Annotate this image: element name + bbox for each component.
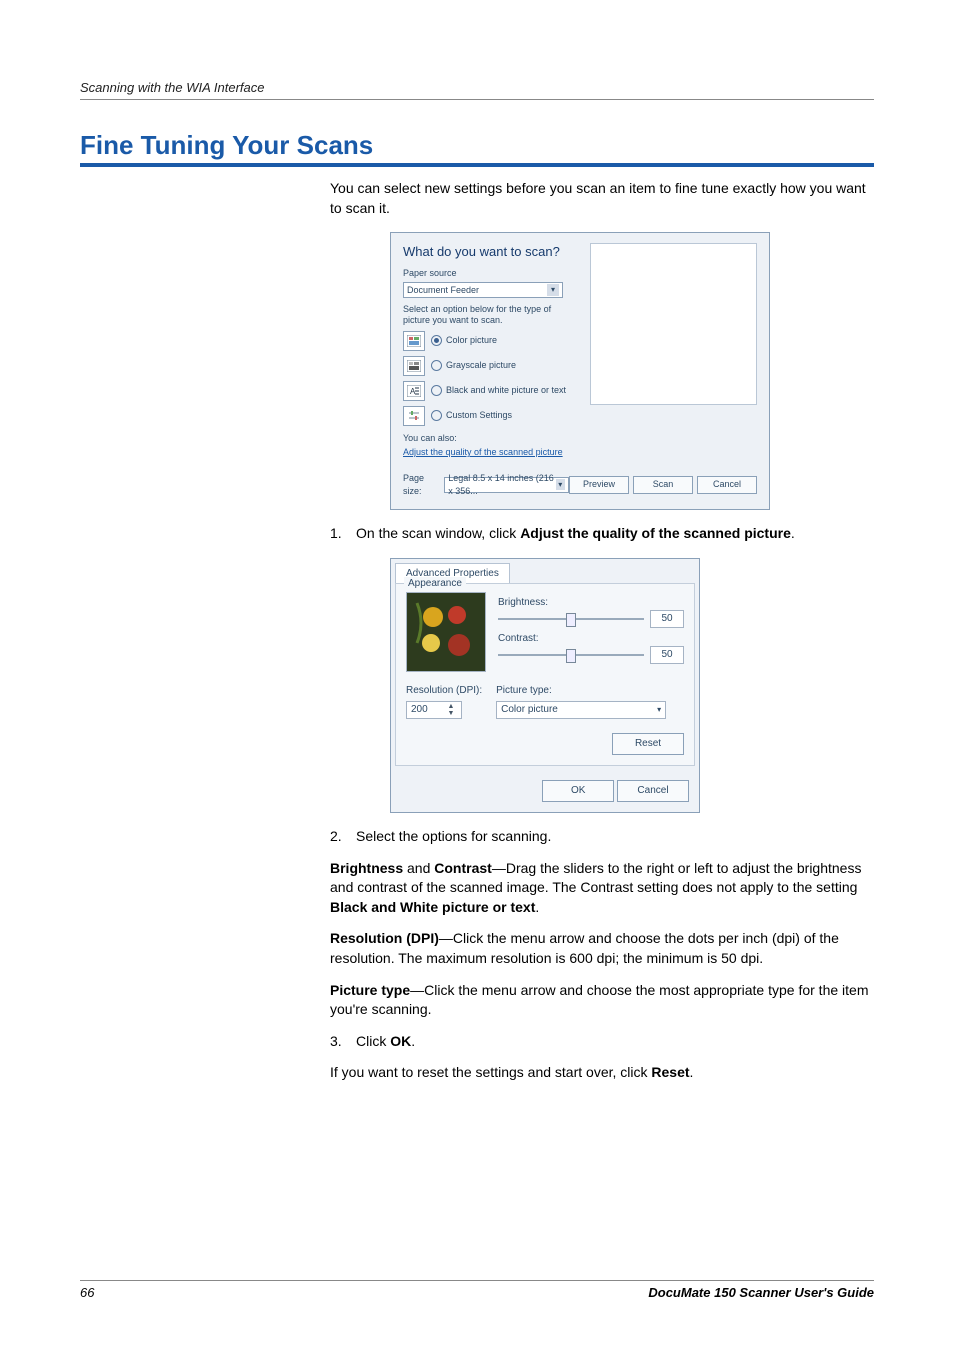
radio-bw-label: Black and white picture or text [446, 384, 566, 397]
step-1-text: On the scan window, click Adjust the qua… [356, 524, 874, 544]
picture-type-label: Picture type: [496, 684, 684, 698]
appearance-group-label: Appearance [404, 577, 466, 591]
picture-type-value: Color picture [501, 703, 558, 717]
contrast-label: Contrast: [498, 632, 684, 646]
chevron-down-icon: ▾ [556, 479, 565, 490]
page-size-select[interactable]: Legal 8.5 x 14 inches (216 x 356... ▾ [444, 477, 569, 493]
slider-thumb-icon [566, 613, 576, 627]
step-number-2: 2. [330, 827, 356, 847]
resolution-paragraph: Resolution (DPI)—Click the menu arrow an… [330, 929, 874, 968]
bw-text-icon: A [403, 381, 425, 401]
radio-custom-settings[interactable]: Custom Settings [403, 406, 757, 426]
radio-custom-label: Custom Settings [446, 409, 512, 422]
spinner-arrows-icon: ▲▼ [445, 703, 457, 717]
footer-guide-title: DocuMate 150 Scanner User's Guide [648, 1285, 874, 1300]
reset-paragraph: If you want to reset the settings and st… [330, 1063, 874, 1083]
radio-dot-icon [431, 385, 442, 396]
cancel-button[interactable]: Cancel [617, 780, 689, 802]
intro-paragraph: You can select new settings before you s… [330, 179, 874, 218]
picture-type-select[interactable]: Color picture ▾ [496, 701, 666, 719]
contrast-value[interactable]: 50 [650, 646, 684, 664]
paper-source-select[interactable]: Document Feeder ▾ [403, 282, 563, 298]
running-header: Scanning with the WIA Interface [80, 80, 874, 100]
contrast-slider[interactable] [498, 654, 644, 656]
figure-scan-dialog: What do you want to scan? Paper source D… [390, 232, 874, 510]
reset-button[interactable]: Reset [612, 733, 684, 755]
radio-gray-label: Grayscale picture [446, 359, 516, 372]
radio-dot-icon [431, 335, 442, 346]
cancel-button[interactable]: Cancel [697, 476, 757, 494]
picture-type-paragraph: Picture type—Click the menu arrow and ch… [330, 981, 874, 1020]
you-can-also-label: You can also: [403, 432, 757, 445]
scan-button[interactable]: Scan [633, 476, 693, 494]
adjust-quality-link[interactable]: Adjust the quality of the scanned pictur… [403, 447, 563, 457]
resolution-value: 200 [411, 703, 428, 717]
chevron-down-icon: ▾ [657, 704, 661, 715]
brightness-value[interactable]: 50 [650, 610, 684, 628]
page-size-label: Page size: [403, 472, 440, 497]
chevron-down-icon: ▾ [547, 284, 559, 295]
brightness-slider[interactable] [498, 618, 644, 620]
appearance-thumbnail [406, 592, 486, 672]
preview-area [590, 243, 757, 405]
brightness-label: Brightness: [498, 596, 684, 610]
page-size-value: Legal 8.5 x 14 inches (216 x 356... [448, 472, 555, 497]
step-2-text: Select the options for scanning. [356, 827, 874, 847]
page-title: Fine Tuning Your Scans [80, 130, 874, 167]
step-number-3: 3. [330, 1032, 356, 1052]
slider-thumb-icon [566, 649, 576, 663]
radio-color-label: Color picture [446, 334, 497, 347]
page-number: 66 [80, 1285, 94, 1300]
color-picture-icon [403, 331, 425, 351]
step-3-text: Click OK. [356, 1032, 874, 1052]
custom-settings-icon [403, 406, 425, 426]
radio-dot-icon [431, 360, 442, 371]
scan-help-text: Select an option below for the type of p… [403, 304, 568, 326]
figure-advanced-properties: Advanced Properties Appearance [390, 558, 874, 813]
ok-button[interactable]: OK [542, 780, 614, 802]
paper-source-value: Document Feeder [407, 284, 479, 297]
preview-button[interactable]: Preview [569, 476, 629, 494]
radio-dot-icon [431, 410, 442, 421]
step-number-1: 1. [330, 524, 356, 544]
brightness-contrast-paragraph: Brightness and Contrast—Drag the sliders… [330, 859, 874, 918]
resolution-label: Resolution (DPI): [406, 684, 482, 698]
resolution-spinner[interactable]: 200 ▲▼ [406, 701, 462, 719]
grayscale-picture-icon [403, 356, 425, 376]
